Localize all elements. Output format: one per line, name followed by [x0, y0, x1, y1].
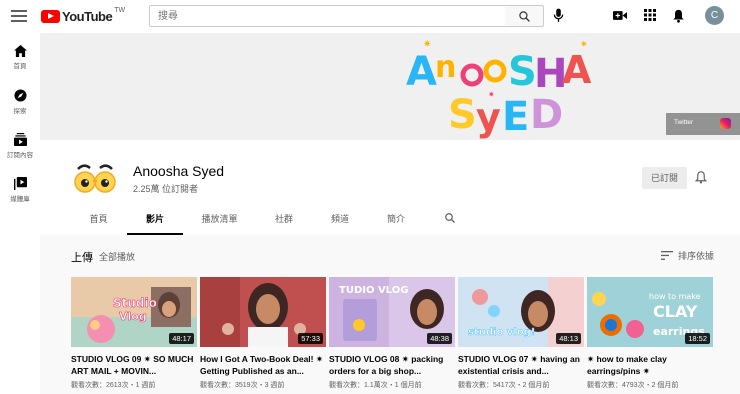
video-meta: 觀看次數：1.1萬次・1 個月前 [329, 382, 422, 389]
search-button[interactable] [505, 5, 544, 27]
tab-playlists[interactable]: 播放清單 [186, 207, 253, 235]
uploads-section: 上傳 全部播放 排序依據 Studio Vlog 48:17 STUDIO VL… [40, 235, 740, 394]
svg-text:n: n [435, 50, 456, 85]
notification-bell-icon[interactable] [695, 171, 707, 184]
video-thumbnail[interactable]: TUDIO VLOG 48:38 [329, 277, 455, 347]
tab-home[interactable]: 首頁 [70, 207, 127, 235]
svg-text:✷: ✷ [580, 39, 588, 49]
sort-button[interactable]: 排序依據 [661, 249, 714, 262]
video-meta: 觀看次數：4793次・2 個月前 [587, 382, 679, 389]
account-avatar[interactable]: C [705, 6, 724, 25]
search-box [149, 5, 506, 27]
sidebar-item-subscriptions[interactable]: 訂閱內容 [0, 133, 40, 177]
video-duration: 48:13 [556, 333, 581, 344]
logo-text: YouTube [62, 9, 113, 24]
video-card[interactable]: TUDIO VLOG 48:38 STUDIO VLOG 08 ✷ packin… [329, 277, 455, 390]
notifications-icon[interactable] [672, 9, 685, 23]
video-meta: 觀看次數：3519次・3 週前 [200, 382, 285, 389]
svg-text:✷: ✷ [488, 90, 495, 99]
svg-text:A: A [562, 48, 592, 92]
home-icon [13, 45, 27, 57]
svg-text:E: E [502, 94, 529, 140]
video-duration: 18:52 [685, 333, 710, 344]
svg-text:studio vlog!: studio vlog! [468, 327, 535, 338]
svg-text:S: S [448, 92, 477, 138]
sidebar-item-label: 探索 [13, 108, 27, 115]
sidebar-item-label: 媒體庫 [10, 196, 30, 203]
svg-text:✷: ✷ [423, 39, 431, 50]
video-card[interactable]: Studio Vlog 48:17 STUDIO VLOG 09 ✷ SO MU… [71, 277, 197, 390]
create-video-icon[interactable] [613, 10, 627, 21]
tab-channels[interactable]: 頻道 [312, 207, 368, 235]
channel-search-icon[interactable] [444, 212, 456, 224]
svg-text:y: y [476, 95, 501, 139]
tab-about[interactable]: 簡介 [368, 207, 424, 235]
top-bar: YouTube TW C [0, 0, 740, 33]
sidebar: 首頁 探索 訂閱內容 媒體庫 [0, 33, 40, 394]
search-input[interactable] [150, 6, 505, 27]
svg-text:Studio: Studio [113, 296, 157, 310]
svg-text:how to make: how to make [649, 292, 701, 301]
section-title: 上傳 [71, 252, 93, 264]
menu-icon[interactable] [11, 8, 27, 24]
youtube-logo[interactable]: YouTube TW [41, 7, 126, 24]
tab-community[interactable]: 社群 [256, 207, 312, 235]
subscriber-count: 2.25萬 位訂閱者 [133, 184, 199, 194]
channel-avatar[interactable] [70, 155, 120, 205]
video-thumbnail[interactable]: studio vlog! 48:13 [458, 277, 584, 347]
tab-videos[interactable]: 影片 [127, 207, 183, 235]
video-thumbnail[interactable]: 57:33 [200, 277, 326, 347]
sort-label: 排序依據 [678, 251, 715, 261]
library-icon [13, 177, 27, 190]
sidebar-item-label: 訂閱內容 [7, 152, 33, 159]
svg-text:Vlog: Vlog [119, 310, 147, 323]
video-duration: 57:33 [298, 333, 323, 344]
channel-links: Twitter [666, 113, 740, 135]
twitter-link[interactable]: Twitter [674, 119, 693, 126]
video-title[interactable]: STUDIO VLOG 07 ✷ having an existential c… [458, 353, 584, 377]
instagram-icon[interactable] [720, 118, 731, 129]
banner-artwork: A n S H A S y E D ✷ ✷ ✷ [406, 39, 592, 140]
sidebar-item-home[interactable]: 首頁 [0, 45, 40, 89]
apps-icon[interactable] [644, 9, 656, 21]
video-card[interactable]: how to make CLAY earrings 18:52 ✷ how to… [587, 277, 713, 390]
svg-text:S: S [508, 49, 537, 95]
video-card[interactable]: 57:33 How I Got A Two-Book Deal! ✷ Getti… [200, 277, 326, 390]
video-title[interactable]: ✷ how to make clay earrings/pins ✷ [587, 353, 713, 377]
channel-header: Anoosha Syed 2.25萬 位訂閱者 已訂閱 首頁 影片 播放清單 社… [40, 140, 740, 235]
video-thumbnail[interactable]: Studio Vlog 48:17 [71, 277, 197, 347]
sidebar-item-library[interactable]: 媒體庫 [0, 177, 40, 221]
play-all-link[interactable]: 全部播放 [99, 250, 135, 263]
subscriptions-icon [13, 133, 27, 146]
sidebar-item-label: 首頁 [13, 63, 27, 70]
video-title[interactable]: STUDIO VLOG 08 ✷ packing orders for a bi… [329, 353, 455, 377]
video-meta: 觀看次數：2613次・1 週前 [71, 382, 156, 389]
video-card[interactable]: studio vlog! 48:13 STUDIO VLOG 07 ✷ havi… [458, 277, 584, 390]
video-title[interactable]: STUDIO VLOG 09 ✷ SO MUCH ART MAIL + MOVI… [71, 353, 197, 377]
svg-text:A: A [406, 49, 437, 95]
svg-text:D: D [530, 92, 563, 138]
avatar-glasses-icon [74, 164, 116, 193]
video-meta: 觀看次數：5417次・2 個月前 [458, 382, 550, 389]
video-thumbnail[interactable]: how to make CLAY earrings 18:52 [587, 277, 713, 347]
subscribed-button[interactable]: 已訂閱 [642, 167, 687, 189]
svg-text:CLAY: CLAY [653, 302, 698, 321]
video-duration: 48:17 [169, 333, 194, 344]
video-title[interactable]: How I Got A Two-Book Deal! ✷ Getting Pub… [200, 353, 326, 377]
explore-icon [13, 89, 27, 102]
svg-text:TUDIO VLOG: TUDIO VLOG [339, 285, 408, 296]
youtube-play-icon [41, 10, 60, 23]
logo-country: TW [114, 7, 126, 14]
search-icon [519, 11, 530, 22]
sidebar-item-explore[interactable]: 探索 [0, 89, 40, 133]
channel-banner: A n S H A S y E D ✷ ✷ ✷ Twitter [40, 33, 740, 140]
video-duration: 48:38 [427, 333, 452, 344]
mic-icon[interactable] [553, 8, 564, 23]
sort-icon [661, 251, 673, 260]
channel-name: Anoosha Syed [133, 163, 225, 179]
